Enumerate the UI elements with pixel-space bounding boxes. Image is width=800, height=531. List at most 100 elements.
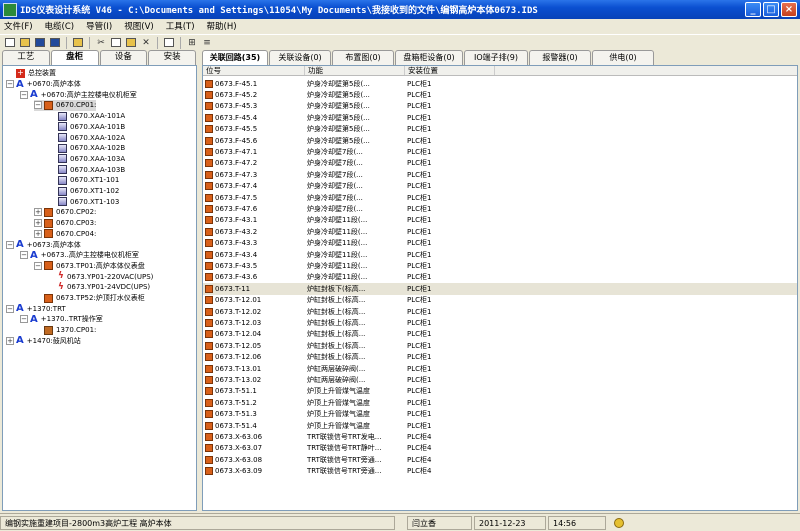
table-row[interactable]: 0673.T-51.1 炉顶上升管煤气温度 PLC柜1 (203, 386, 797, 397)
maximize-button[interactable]: □ (763, 2, 779, 17)
tree-node[interactable]: − 0670.CP01: (34, 100, 97, 111)
tree-node[interactable]: − A +0670:高炉主控楼电仪机柜室 (20, 89, 137, 100)
table-row[interactable]: 0673.F-47.3 炉身冷却壁7段(... PLC柜1 (203, 169, 797, 180)
title-bar[interactable]: IDS仪表设计系统 V46 - C:\Documents and Setting… (0, 0, 800, 19)
tab-process[interactable]: 工艺 (2, 50, 50, 65)
collapse-icon[interactable]: − (20, 90, 28, 99)
tree-node[interactable]: 0670.XAA-101A (48, 111, 125, 122)
tab-power[interactable]: 供电(0) (592, 50, 654, 65)
table-row[interactable]: 0673.T-12.03 炉缸封板上(标高... PLC柜1 (203, 317, 797, 328)
table-row[interactable]: 0673.X-63.09 TRT联锁信号TRT旁通... PLC柜4 (203, 466, 797, 477)
expand-icon[interactable]: + (34, 219, 42, 228)
table-row[interactable]: 0673.T-51.3 炉顶上升管煤气温度 PLC柜1 (203, 409, 797, 420)
new-file-icon[interactable] (3, 36, 17, 49)
menu-conduit[interactable]: 导管(I) (86, 20, 112, 32)
tree-node[interactable]: 0670.XAA-101B (48, 122, 125, 133)
close-button[interactable]: × (781, 2, 797, 17)
table-row[interactable]: 0673.F-43.4 炉身冷却壁11段(... PLC柜1 (203, 249, 797, 260)
cut-icon[interactable]: ✂ (94, 36, 108, 49)
copy-icon[interactable] (109, 36, 123, 49)
tab-layout[interactable]: 布置图(0) (332, 50, 394, 65)
tree-node[interactable]: 0670.XT1-102 (48, 186, 119, 197)
tab-related-loops[interactable]: 关联回路(35) (202, 50, 268, 65)
loops-grid[interactable]: 位号 功能 安装位置 0673.F-45.1 炉身冷却壁第5段(... PLC柜1 0… (202, 65, 798, 511)
table-row[interactable]: 0673.F-43.1 炉身冷却壁11段(... PLC柜1 (203, 215, 797, 226)
table-row[interactable]: 0673.F-45.5 炉身冷却壁第5段(... PLC柜1 (203, 124, 797, 135)
table-row[interactable]: 0673.F-47.1 炉身冷却壁7段(... PLC柜1 (203, 146, 797, 157)
collapse-icon[interactable]: − (20, 251, 28, 260)
tree-node[interactable]: − A +0673..高炉主控楼电仪机柜室 (20, 250, 139, 261)
table-row[interactable]: 0673.T-12.05 炉缸封板上(标高... PLC柜1 (203, 340, 797, 351)
delete-icon[interactable]: ✕ (139, 36, 153, 49)
column-header-tag[interactable]: 位号 (203, 66, 305, 75)
table-row[interactable]: 0673.T-51.2 炉顶上升管煤气温度 PLC柜1 (203, 397, 797, 408)
table-row[interactable]: 0673.X-63.06 TRT联锁信号TRT发电... PLC柜4 (203, 431, 797, 442)
collapse-icon[interactable]: − (20, 315, 28, 324)
table-row[interactable]: 0673.F-45.1 炉身冷却壁第5段(... PLC柜1 (203, 78, 797, 89)
table-row[interactable]: 0673.F-43.3 炉身冷却壁11段(... PLC柜1 (203, 238, 797, 249)
tree-node[interactable]: − A +0673:高炉本体 (6, 239, 81, 250)
save-icon[interactable] (33, 36, 47, 49)
table-row[interactable]: 0673.T-13.02 炉缸两层破碎阀(... PLC柜1 (203, 374, 797, 385)
expand-icon[interactable]: + (34, 208, 42, 217)
menu-tools[interactable]: 工具(T) (166, 20, 195, 32)
properties-icon[interactable] (162, 36, 176, 49)
table-row[interactable]: 0673.F-47.6 炉身冷却壁7段(... PLC柜1 (203, 203, 797, 214)
tree-node[interactable]: − 0673.TP01:高炉本体仪表盘 (34, 261, 145, 272)
tree-node[interactable]: 1370.CP01: (34, 325, 96, 336)
tree-node[interactable]: − A +1370:TRT (6, 303, 66, 314)
table-row[interactable]: 0673.T-12.06 炉缸封板上(标高... PLC柜1 (203, 352, 797, 363)
tree-node[interactable]: +0670.CP03: (34, 218, 96, 229)
table-row[interactable]: 0673.F-47.5 炉身冷却壁7段(... PLC柜1 (203, 192, 797, 203)
tab-cabinet-equipment[interactable]: 盘箱柜设备(0) (395, 50, 463, 65)
table-row[interactable]: 0673.F-45.4 炉身冷却壁第5段(... PLC柜1 (203, 112, 797, 123)
tree-node[interactable]: 0670.XAA-102B (48, 143, 125, 154)
tree-node[interactable]: + 总控装置 (6, 68, 56, 79)
table-row[interactable]: 0673.F-47.2 炉身冷却壁7段(... PLC柜1 (203, 158, 797, 169)
table-row[interactable]: 0673.F-43.6 炉身冷却壁11段(... PLC柜1 (203, 272, 797, 283)
table-row[interactable]: 0673.F-45.6 炉身冷却壁第5段(... PLC柜1 (203, 135, 797, 146)
tab-related-equipment[interactable]: 关联设备(0) (269, 50, 331, 65)
cabinet-tree[interactable]: + 总控装置 − A +0670:高炉本体 − A +0670:高炉主控楼电仪机柜室 −0670… (2, 65, 197, 511)
tree-node[interactable]: +0670.CP02: (34, 207, 96, 218)
table-row[interactable]: 0673.T-12.04 炉缸封板上(标高... PLC柜1 (203, 329, 797, 340)
tree-node[interactable]: 0670.XAA-102A (48, 132, 125, 143)
table-row[interactable]: 0673.X-63.07 TRT联锁信号TRT静叶... PLC柜4 (203, 443, 797, 454)
save-all-icon[interactable] (48, 36, 62, 49)
column-header-function[interactable]: 功能 (305, 66, 405, 75)
tree-node[interactable]: 0670.XT1-101 (48, 175, 119, 186)
table-row[interactable]: 0673.T-51.4 炉顶上升管煤气温度 PLC柜1 (203, 420, 797, 431)
open-folder-icon[interactable] (18, 36, 32, 49)
table-row[interactable]: 0673.F-45.3 炉身冷却壁第5段(... PLC柜1 (203, 101, 797, 112)
table-row[interactable]: 0673.F-47.4 炉身冷却壁7段(... PLC柜1 (203, 181, 797, 192)
collapse-icon[interactable]: − (6, 240, 14, 249)
menu-view[interactable]: 视图(V) (124, 20, 153, 32)
table-row[interactable]: 0673.T-13.01 炉缸两层破碎阀(... PLC柜1 (203, 363, 797, 374)
table-row[interactable]: 0673.F-45.2 炉身冷却壁第5段(... PLC柜1 (203, 89, 797, 100)
tree-node[interactable]: ϟ 0673.YP01-220VAC(UPS) (48, 271, 153, 282)
table-row[interactable]: 0673.T-12.02 炉缸封板上(标高... PLC柜1 (203, 306, 797, 317)
tab-install[interactable]: 安装 (148, 50, 196, 65)
table-row[interactable]: 0673.T-12.01 炉缸封板上(标高... PLC柜1 (203, 295, 797, 306)
menu-help[interactable]: 帮助(H) (207, 20, 237, 32)
tree-node[interactable]: ϟ 0673.YP01-24VDC(UPS) (48, 282, 150, 293)
tab-cabinet[interactable]: 盘柜 (50, 50, 99, 65)
collapse-icon[interactable]: − (6, 304, 14, 313)
menu-cable[interactable]: 电缆(C) (45, 20, 75, 32)
list-icon[interactable]: ≡ (200, 36, 214, 49)
column-header-location[interactable]: 安装位置 (405, 66, 495, 75)
tree-node[interactable]: − A +0670:高炉本体 (6, 79, 81, 90)
menu-file[interactable]: 文件(F) (4, 20, 33, 32)
tab-equipment[interactable]: 设备 (99, 50, 148, 65)
tree-node[interactable]: − A +1370..TRT操作室 (20, 314, 103, 325)
tab-alarms[interactable]: 报警器(0) (529, 50, 591, 65)
folder-up-icon[interactable] (71, 36, 85, 49)
collapse-icon[interactable]: − (34, 101, 42, 110)
table-row[interactable]: 0673.X-63.08 TRT联锁信号TRT旁通... PLC柜4 (203, 454, 797, 465)
minimize-button[interactable]: _ (745, 2, 761, 17)
tree-node[interactable]: +0670.CP04: (34, 229, 96, 240)
tree-node[interactable]: 0673.TP52:炉顶打水仪表柜 (34, 293, 145, 304)
tree-node[interactable]: 0670.XAA-103B (48, 164, 125, 175)
expand-icon[interactable]: + (6, 336, 14, 345)
paste-icon[interactable] (124, 36, 138, 49)
